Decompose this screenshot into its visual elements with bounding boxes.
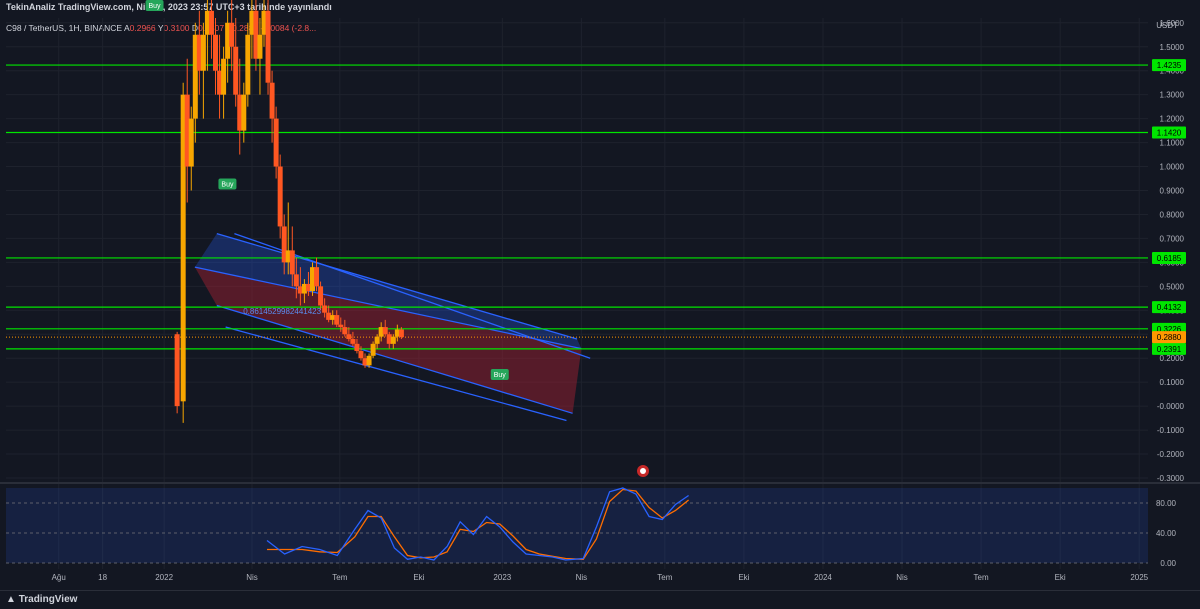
x-tick-label: Nis xyxy=(896,573,908,582)
price-chart[interactable]: 1.60001.50001.40001.30001.20001.10001.00… xyxy=(0,0,1200,608)
current-price-label: 0.2880 xyxy=(1157,333,1182,342)
candle-body xyxy=(229,22,235,47)
y-tick-label: 1.2000 xyxy=(1160,115,1185,124)
candle-body xyxy=(269,82,275,119)
buy-signal-label: Buy xyxy=(494,372,507,379)
x-tick-label: Tem xyxy=(657,573,672,582)
x-tick-label: Eki xyxy=(738,573,749,582)
y-tick-label: -0.3000 xyxy=(1157,474,1185,483)
x-tick-label: Eki xyxy=(413,573,424,582)
candle-body xyxy=(374,336,380,344)
candle-body xyxy=(208,10,214,35)
buy-signal-label: Buy xyxy=(221,182,234,189)
chart-root: { "header": { "publish_line": "TekinAnal… xyxy=(0,0,1200,609)
candle-body xyxy=(346,334,352,340)
footer: ▲ TradingView xyxy=(0,590,1200,609)
candle-body xyxy=(354,343,360,352)
candle-body xyxy=(322,305,328,313)
candle-body xyxy=(213,34,219,71)
x-tick-label: Eki xyxy=(1055,573,1066,582)
candle-body xyxy=(293,274,299,287)
candle-body xyxy=(398,329,404,338)
level-price-label: 0.4132 xyxy=(1157,303,1182,312)
y-tick-label: 0.5000 xyxy=(1160,282,1185,291)
candle-body xyxy=(174,334,180,407)
candle-body xyxy=(342,327,348,335)
candle-body xyxy=(200,34,206,71)
candle-body xyxy=(233,46,239,95)
buy-signal-label: Buy xyxy=(148,3,161,10)
tradingview-logo[interactable]: ▲ TradingView xyxy=(6,591,77,609)
x-tick-label: 2022 xyxy=(155,573,173,582)
candle-body xyxy=(265,10,271,83)
y-tick-label: 1.5000 xyxy=(1160,43,1185,52)
candle-body xyxy=(350,339,356,344)
x-tick-label: Nis xyxy=(576,573,588,582)
candle-body xyxy=(221,58,227,95)
candle-body xyxy=(277,166,283,227)
y-tick-label: 0.2000 xyxy=(1160,354,1185,363)
candle-body xyxy=(318,286,324,306)
x-tick-label: 18 xyxy=(98,573,107,582)
candle-body xyxy=(366,355,372,366)
y-tick-label: 0.7000 xyxy=(1160,234,1185,243)
x-tick-label: 2023 xyxy=(493,573,511,582)
candle-body xyxy=(188,118,194,167)
level-price-label: 0.2391 xyxy=(1157,345,1182,354)
candle-body xyxy=(289,250,295,275)
candle-body xyxy=(390,336,396,344)
x-tick-label: 2024 xyxy=(814,573,832,582)
brand-label: TradingView xyxy=(18,594,78,605)
x-tick-label: Nis xyxy=(246,573,258,582)
candle-body xyxy=(257,34,263,59)
candle-body xyxy=(314,267,320,287)
y-tick-label: 0.1000 xyxy=(1160,378,1185,387)
x-tick-label: Tem xyxy=(974,573,989,582)
candle-body xyxy=(273,118,279,167)
rsi-level-label: 40.00 xyxy=(1156,529,1177,538)
y-tick-label: 1.1000 xyxy=(1160,139,1185,148)
event-flag-icon-inner xyxy=(640,468,646,474)
candle-body xyxy=(382,327,388,335)
candle-body xyxy=(245,34,251,95)
level-price-label: 1.1420 xyxy=(1157,129,1182,138)
y-tick-label: 0.8000 xyxy=(1160,210,1185,219)
candle-body xyxy=(370,343,376,356)
level-price-label: 1.4235 xyxy=(1157,61,1182,70)
rsi-level-label: 0.00 xyxy=(1160,559,1176,568)
y-tick-label: 1.6000 xyxy=(1160,19,1185,28)
x-tick-label: Tem xyxy=(332,573,347,582)
rsi-background xyxy=(6,488,1148,563)
x-tick-label: 2025 xyxy=(1130,573,1148,582)
candle-body xyxy=(338,324,344,328)
y-tick-label: 0.9000 xyxy=(1160,187,1185,196)
y-tick-label: -0.2000 xyxy=(1157,450,1185,459)
y-tick-label: -0.0000 xyxy=(1157,402,1185,411)
y-tick-label: 1.3000 xyxy=(1160,91,1185,100)
candle-body xyxy=(334,315,340,325)
x-tick-label: Ağu xyxy=(52,573,66,582)
candle-body xyxy=(358,351,364,359)
y-tick-label: -0.1000 xyxy=(1157,426,1185,435)
candle-body xyxy=(241,94,247,131)
y-tick-label: 1.0000 xyxy=(1160,163,1185,172)
fib-label: 0.8614529982441423 xyxy=(243,307,321,316)
level-price-label: 0.6185 xyxy=(1157,254,1182,263)
rsi-level-label: 80.00 xyxy=(1156,499,1177,508)
